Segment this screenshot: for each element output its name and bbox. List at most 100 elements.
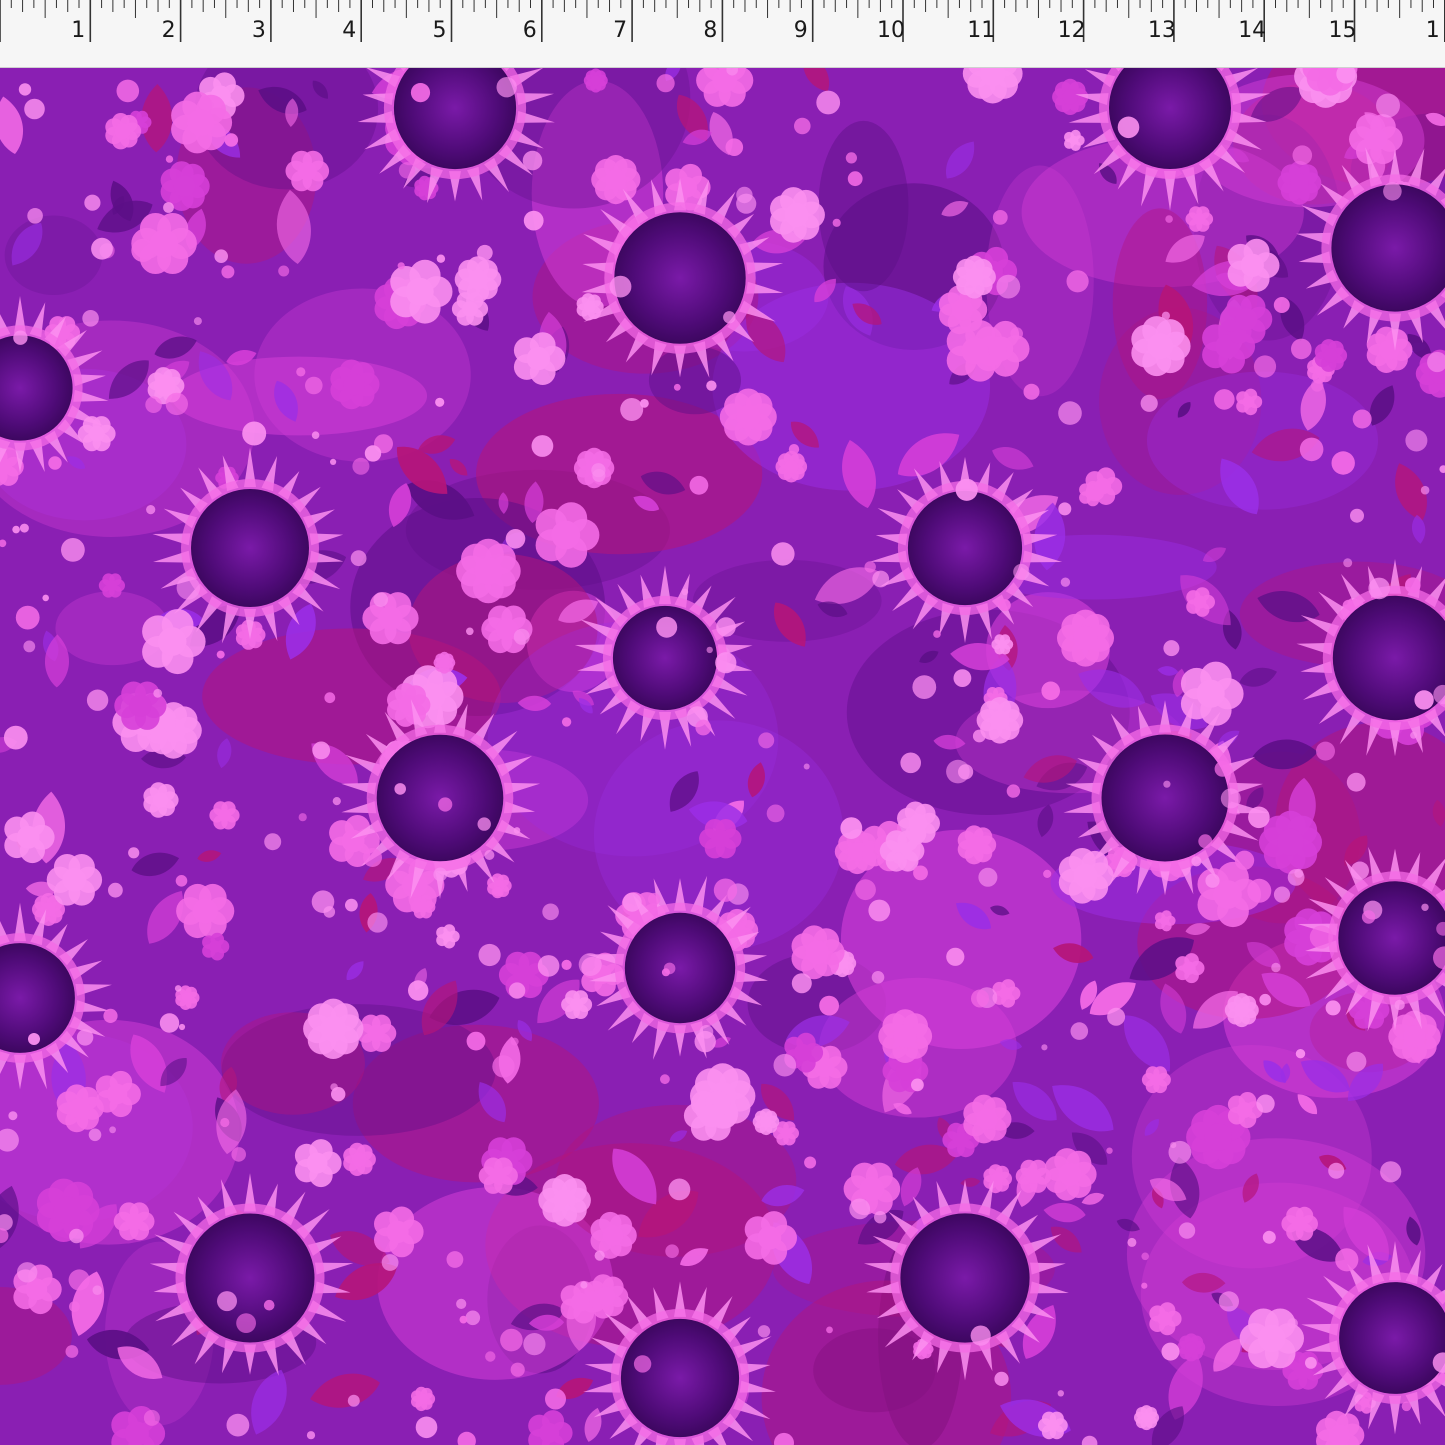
berry-dot <box>681 588 689 596</box>
berry-dot <box>108 882 123 898</box>
flower-center <box>570 998 584 1012</box>
berry-dot <box>1271 962 1281 973</box>
measurement-ruler: 1 2 3 4 5 6 7 8 9 10 11 12 13 14 15 1 <box>0 0 1445 68</box>
berry-dot <box>794 117 811 135</box>
floral-fabric-print <box>0 68 1445 1445</box>
flower-center <box>1182 961 1196 975</box>
ruler-number: 9 <box>793 18 808 43</box>
flower-center <box>590 75 601 86</box>
berry-dot <box>103 1008 118 1024</box>
berry-dot <box>946 759 970 784</box>
berry-dot <box>477 817 491 831</box>
berry-dot <box>1414 690 1434 710</box>
berry-dot <box>1291 338 1312 360</box>
flower-center <box>997 639 1007 649</box>
ruler-number: 5 <box>432 18 447 43</box>
berry-dot <box>953 669 972 687</box>
flower-center <box>805 940 829 964</box>
berry-dot <box>242 421 267 446</box>
berry-dot <box>1376 93 1400 118</box>
flower-center <box>41 902 56 917</box>
ruler-number: 2 <box>161 18 176 43</box>
small-flower <box>433 651 456 674</box>
ruler-number: 6 <box>522 18 537 43</box>
flower-center <box>1185 1341 1198 1354</box>
berry-dot <box>1346 772 1366 792</box>
berry-dot <box>1234 850 1255 870</box>
berry-dot <box>153 688 163 698</box>
berry-dot <box>82 310 99 327</box>
berry-dot <box>312 741 331 760</box>
berry-dot <box>994 1371 1009 1386</box>
ruler-number: 12 <box>1057 18 1086 43</box>
berry-dot <box>1163 780 1171 788</box>
berry-dot <box>1331 451 1355 475</box>
berry-dot <box>236 1313 256 1333</box>
berry-dot <box>1401 1401 1412 1412</box>
berry-dot <box>537 955 560 977</box>
berry-dot <box>1066 270 1089 293</box>
berry-dot <box>1361 910 1376 924</box>
berry-dot <box>1117 116 1140 139</box>
berry-dot <box>892 852 905 864</box>
berry-dot <box>531 435 554 457</box>
berry-dot <box>178 1023 186 1031</box>
berry-dot <box>3 725 28 750</box>
berry-dot <box>143 1409 160 1426</box>
berry-dot <box>1205 873 1220 888</box>
ruler-number: 4 <box>342 18 357 43</box>
flower-center <box>442 931 453 942</box>
berry-dot <box>946 947 965 966</box>
berry-dot <box>1107 1007 1126 1026</box>
berry-dot <box>713 878 738 902</box>
berry-dot <box>415 1416 438 1439</box>
flower-center <box>757 1226 782 1250</box>
berry-dot <box>998 599 1011 612</box>
flower-center <box>62 867 87 892</box>
flower-center <box>1291 1215 1308 1232</box>
berry-dot <box>913 865 928 881</box>
flower-center <box>1150 1073 1163 1086</box>
berry-dot <box>500 1328 523 1352</box>
berry-dot <box>408 980 429 1001</box>
berry-dot <box>61 538 85 562</box>
small-flower <box>952 255 996 299</box>
berry-dot <box>1420 485 1430 495</box>
berry-dot <box>933 630 941 638</box>
berry-dot <box>76 1029 94 1046</box>
flower-center <box>386 1220 409 1244</box>
berry-dot <box>594 1250 605 1261</box>
berry-dot <box>911 1078 924 1092</box>
berry-dot <box>298 813 307 822</box>
berry-dot <box>1273 297 1290 313</box>
berry-dot <box>578 953 602 976</box>
berry-dot <box>648 892 661 906</box>
berry-dot <box>381 1254 399 1271</box>
berry-dot <box>492 1055 515 1078</box>
berry-dot <box>226 1413 250 1437</box>
flower-center <box>1046 1419 1060 1432</box>
small-flower <box>1277 160 1322 205</box>
flower-center <box>343 373 366 396</box>
berry-dot <box>221 265 235 279</box>
berry-dot <box>1305 1357 1317 1369</box>
ruler-number: 3 <box>251 18 266 43</box>
flower-center <box>1193 213 1206 225</box>
flower-center <box>1290 173 1309 193</box>
berry-dot <box>1214 761 1231 777</box>
berry-dot <box>217 1291 237 1312</box>
berry-dot <box>1218 1291 1239 1312</box>
flower-center <box>157 627 187 656</box>
berry-dot <box>510 1362 525 1377</box>
berry-dot <box>163 202 174 213</box>
flower-center <box>320 1015 347 1042</box>
berry-dot <box>1316 741 1335 761</box>
berry-dot <box>19 523 29 533</box>
flower-center <box>952 1132 969 1148</box>
berry-dot <box>1256 1094 1275 1113</box>
color-wash <box>818 120 909 292</box>
flower-center <box>367 1024 385 1042</box>
berry-dot <box>847 171 863 187</box>
berry-dot <box>1273 886 1291 903</box>
berry-dot <box>1352 409 1372 429</box>
